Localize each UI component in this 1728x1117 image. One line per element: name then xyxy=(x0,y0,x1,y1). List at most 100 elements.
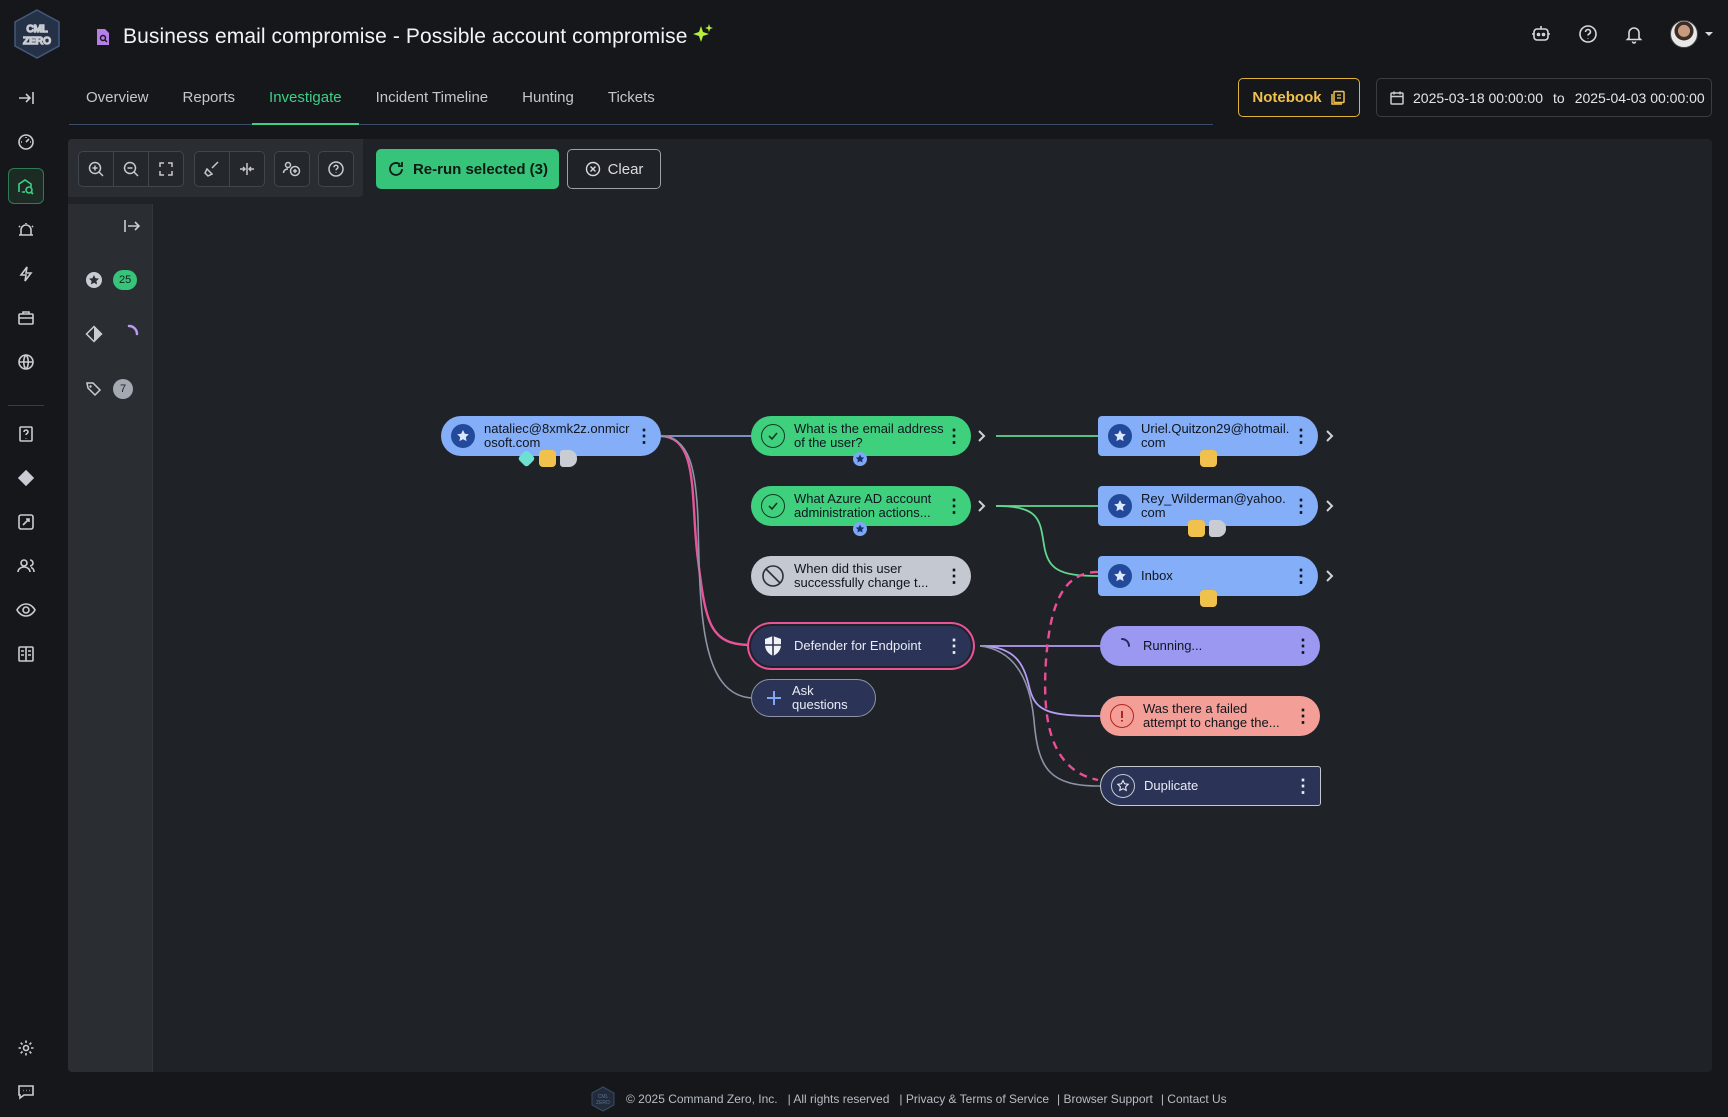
source-node-defender[interactable]: Defender for Endpoint ⋮ xyxy=(751,626,971,666)
hotmail-node-badges xyxy=(1200,450,1217,467)
ai-sparkle-icon[interactable] xyxy=(692,23,714,45)
node-menu-icon[interactable]: ⋮ xyxy=(1294,777,1312,795)
node-menu-icon[interactable]: ⋮ xyxy=(635,427,653,445)
page-title: Business email compromise - Possible acc… xyxy=(123,25,688,48)
starred-count-badge: 25 xyxy=(113,270,138,290)
starred-marker-icon xyxy=(853,452,867,466)
clear-button[interactable]: Clear xyxy=(567,149,661,189)
investigation-canvas[interactable] xyxy=(68,139,1712,1072)
rerun-selected-button[interactable]: Re-run selected (3) xyxy=(376,149,559,189)
expand-sidebar-icon[interactable] xyxy=(14,86,38,110)
facet-badge-icon[interactable] xyxy=(517,449,536,468)
note-badge-icon[interactable] xyxy=(1200,590,1217,607)
node-menu-icon[interactable]: ⋮ xyxy=(945,567,963,585)
briefcase-icon[interactable] xyxy=(14,306,38,330)
users-icon[interactable] xyxy=(14,554,38,578)
node-label: Ask questions xyxy=(792,683,848,712)
cmd-zero-logo[interactable]: CML ZERO xyxy=(11,8,63,60)
question-library-icon[interactable] xyxy=(14,422,38,446)
facets-filter[interactable] xyxy=(85,324,139,344)
tags-icon xyxy=(86,382,102,397)
alerts-icon[interactable] xyxy=(14,218,38,242)
tag-badge-icon[interactable] xyxy=(1209,520,1226,537)
investigations-icon[interactable] xyxy=(14,174,38,198)
zoom-out-icon xyxy=(123,161,139,177)
help-icon[interactable] xyxy=(1578,24,1598,44)
notifications-bell-icon[interactable] xyxy=(1624,24,1644,44)
error-icon xyxy=(1110,704,1134,728)
question-node-azure[interactable]: What Azure AD account administration act… xyxy=(751,486,971,526)
node-menu-icon[interactable]: ⋮ xyxy=(1292,427,1310,445)
rerun-label: Re-run selected (3) xyxy=(412,160,549,178)
eye-icon[interactable] xyxy=(14,598,38,622)
blocked-icon xyxy=(761,564,785,588)
tab-incident-timeline[interactable]: Incident Timeline xyxy=(359,80,506,125)
tab-hunting[interactable]: Hunting xyxy=(505,80,591,125)
note-badge-icon[interactable] xyxy=(539,450,556,467)
app-root: CML ZERO Business email compromise - Pos… xyxy=(0,0,1728,1117)
note-badge-icon[interactable] xyxy=(1200,450,1217,467)
collapse-panel-icon[interactable] xyxy=(123,217,141,235)
assistant-bot-icon[interactable] xyxy=(1530,23,1552,45)
node-label: Duplicate xyxy=(1144,778,1199,793)
node-menu-icon[interactable]: ⋮ xyxy=(945,637,963,655)
browser-support-link[interactable]: | Browser Support xyxy=(1057,1092,1153,1106)
notebook-button[interactable]: Notebook xyxy=(1238,78,1360,117)
chevron-right-icon[interactable] xyxy=(1323,569,1337,583)
settings-icon[interactable] xyxy=(14,1036,38,1060)
globe-icon[interactable] xyxy=(14,350,38,374)
note-badge-icon[interactable] xyxy=(1188,520,1205,537)
tab-investigate[interactable]: Investigate xyxy=(252,80,359,125)
reports-icon[interactable] xyxy=(14,642,38,666)
ask-questions-button[interactable]: Ask questions xyxy=(751,679,876,717)
star-icon xyxy=(1108,564,1132,588)
node-menu-icon[interactable]: ⋮ xyxy=(945,427,963,445)
tab-tickets[interactable]: Tickets xyxy=(591,80,672,125)
chevron-right-icon[interactable] xyxy=(1323,429,1337,443)
tab-reports[interactable]: Reports xyxy=(166,80,253,125)
calendar-icon xyxy=(1390,91,1404,105)
tags-filter[interactable]: 7 xyxy=(85,379,133,399)
avatar[interactable] xyxy=(1670,20,1698,48)
node-menu-icon[interactable]: ⋮ xyxy=(1292,567,1310,585)
zoom-out-button[interactable] xyxy=(113,151,149,187)
node-menu-icon[interactable]: ⋮ xyxy=(1294,707,1312,725)
chevron-right-icon[interactable] xyxy=(1323,499,1337,513)
user-menu[interactable] xyxy=(1670,20,1714,48)
node-menu-icon[interactable]: ⋮ xyxy=(1292,497,1310,515)
chevron-down-icon[interactable] xyxy=(1704,30,1714,38)
chevron-right-icon[interactable] xyxy=(975,429,989,443)
collapse-button[interactable] xyxy=(229,151,265,187)
graph-help-button[interactable] xyxy=(318,151,354,187)
starred-filter[interactable]: 25 xyxy=(85,270,138,290)
facet-diamond-icon xyxy=(85,325,103,343)
footer: CML ZERO © 2025 Command Zero, Inc. | All … xyxy=(590,1086,1227,1112)
facets-icon[interactable] xyxy=(14,466,38,490)
question-node-failed[interactable]: Was there a failed attempt to change the… xyxy=(1100,696,1320,736)
lightning-icon[interactable] xyxy=(14,262,38,286)
chevron-right-icon[interactable] xyxy=(975,499,989,513)
question-node-running[interactable]: Running... ⋮ xyxy=(1100,626,1320,666)
tag-badge-icon[interactable] xyxy=(560,450,577,467)
dashboard-icon[interactable] xyxy=(14,130,38,154)
rail-divider xyxy=(8,405,44,406)
zoom-in-button[interactable] xyxy=(78,151,114,187)
clean-layout-button[interactable] xyxy=(194,151,230,187)
date-to: 2025-04-03 00:00:00 xyxy=(1574,89,1705,106)
add-entity-button[interactable] xyxy=(274,151,310,187)
yahoo-node-badges xyxy=(1188,520,1226,537)
question-node-email[interactable]: What is the email address of the user? ⋮ xyxy=(751,416,971,456)
chat-icon[interactable] xyxy=(14,1080,38,1104)
node-menu-icon[interactable]: ⋮ xyxy=(945,497,963,515)
date-range-picker[interactable]: 2025-03-18 00:00:00 to 2025-04-03 00:00:… xyxy=(1376,78,1712,117)
plus-icon xyxy=(762,686,786,710)
contact-link[interactable]: | Contact Us xyxy=(1161,1092,1227,1106)
tab-overview[interactable]: Overview xyxy=(69,80,166,125)
question-node-password-change[interactable]: When did this user successfully change t… xyxy=(751,556,971,596)
node-menu-icon[interactable]: ⋮ xyxy=(1294,637,1312,655)
question-node-duplicate[interactable]: Duplicate ⋮ xyxy=(1100,766,1321,806)
notebook-label: Notebook xyxy=(1252,89,1322,106)
privacy-link[interactable]: | Privacy & Terms of Service xyxy=(899,1092,1049,1106)
fit-view-button[interactable] xyxy=(148,151,184,187)
integrations-icon[interactable] xyxy=(14,510,38,534)
